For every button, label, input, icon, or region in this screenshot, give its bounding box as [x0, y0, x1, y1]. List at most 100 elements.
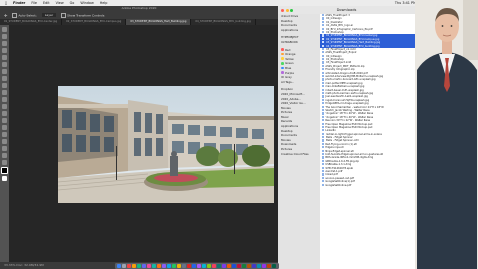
dock-app-icon[interactable]: [267, 264, 271, 268]
file-icon: [322, 156, 325, 159]
move-tool-icon[interactable]: ✛: [4, 13, 7, 18]
dock-app-icon[interactable]: [127, 264, 131, 268]
hand-tool-icon[interactable]: [2, 153, 7, 158]
dock-app-icon[interactable]: [247, 264, 251, 268]
dock-app-icon[interactable]: [182, 264, 186, 268]
dock-app-icon[interactable]: [197, 264, 201, 268]
dodge-tool-icon[interactable]: [2, 118, 7, 123]
marquee-tool-icon[interactable]: [2, 34, 7, 39]
dock-app-icon[interactable]: [262, 264, 266, 268]
sidebar-item-label: ULTRABOOK: [281, 39, 298, 44]
dock-app-icon[interactable]: [227, 264, 231, 268]
zoom-tool-icon[interactable]: [2, 160, 7, 165]
auto-select-label: Auto-Select:: [18, 13, 37, 17]
file-icon: [322, 71, 325, 74]
dock-app-icon[interactable]: [117, 264, 121, 268]
file-icon: [322, 105, 325, 108]
dock-app-icon[interactable]: [142, 264, 146, 268]
file-icon: [322, 142, 325, 146]
dock-app-icon[interactable]: [167, 264, 171, 268]
dock-app-icon[interactable]: [252, 264, 256, 268]
menu-go[interactable]: Go: [70, 1, 75, 5]
sidebar-item[interactable]: Creative Cloud Files: [278, 152, 320, 157]
menu-view[interactable]: View: [56, 1, 64, 5]
blur-tool-icon[interactable]: [2, 111, 7, 116]
clone-stamp-tool-icon[interactable]: [2, 83, 7, 88]
dock-app-icon[interactable]: [237, 264, 241, 268]
shape-tool-icon[interactable]: [2, 146, 7, 151]
sidebar-item-label: Blue: [285, 65, 292, 70]
sidebar-item-label: Desktop: [281, 18, 293, 23]
eraser-tool-icon[interactable]: [2, 97, 7, 102]
pen-tool-icon[interactable]: [2, 125, 7, 130]
sidebar-item-label: Yellow: [285, 56, 294, 61]
file-icon: [322, 169, 325, 173]
file-icon: [322, 17, 325, 20]
dock-app-icon[interactable]: [157, 264, 161, 268]
file-icon: [322, 166, 325, 169]
building-photo[interactable]: [58, 86, 274, 203]
photoshop-toolbar: [0, 25, 9, 262]
dock-app-icon[interactable]: [147, 264, 151, 268]
dock-app-icon[interactable]: [272, 264, 276, 268]
finder-sidebar: iCloud Drive Desktop Documents Applications…: [278, 14, 321, 269]
dock-app-icon[interactable]: [207, 264, 211, 268]
type-tool-icon[interactable]: [2, 132, 7, 137]
finder-title: Downloads: [336, 8, 357, 12]
foreground-color-swatch[interactable]: [1, 167, 8, 174]
sidebar-item-label: Purple: [285, 70, 294, 75]
sidebar-item-label: Music: [281, 114, 289, 119]
tag-color-icon: [281, 62, 284, 65]
eyedropper-tool-icon[interactable]: [2, 62, 7, 67]
sidebar-item-label: 2020_Visitor Gu...: [281, 101, 306, 106]
dock-app-icon[interactable]: [177, 264, 181, 268]
file-icon: [322, 58, 325, 61]
dock-app-icon[interactable]: [217, 264, 221, 268]
lasso-tool-icon[interactable]: [2, 41, 7, 46]
dock-app-icon[interactable]: [257, 264, 261, 268]
file-icon: [322, 68, 325, 71]
dock-app-icon[interactable]: [162, 264, 166, 268]
status-text: 33.33% Doc: 32.9M/32.9M: [4, 263, 44, 267]
file-icon: [322, 37, 325, 40]
show-transform-checkbox[interactable]: Show Transform Controls: [61, 12, 104, 18]
gradient-tool-icon[interactable]: [2, 104, 7, 109]
dock-app-icon[interactable]: [172, 264, 176, 268]
dock-app-icon[interactable]: [152, 264, 156, 268]
crop-tool-icon[interactable]: [2, 55, 7, 60]
zoom-icon[interactable]: [290, 8, 293, 12]
dock-app-icon[interactable]: [222, 264, 226, 268]
dock-app-icon[interactable]: [187, 264, 191, 268]
quick-select-tool-icon[interactable]: [2, 48, 7, 53]
menu-file[interactable]: File: [31, 1, 37, 5]
macos-dock: [115, 263, 279, 269]
history-brush-tool-icon[interactable]: [2, 90, 7, 95]
sidebar-item-label: Pictures: [281, 110, 293, 115]
dock-app-icon[interactable]: [122, 264, 126, 268]
dock-app-icon[interactable]: [242, 264, 246, 268]
file-icon: [322, 173, 325, 176]
dock-app-icon[interactable]: [202, 264, 206, 268]
dock-app-icon[interactable]: [232, 264, 236, 268]
move-tool-icon[interactable]: [2, 27, 7, 32]
layer-select[interactable]: Layer: [41, 13, 57, 17]
healing-brush-tool-icon[interactable]: [2, 69, 7, 74]
dock-app-icon[interactable]: [137, 264, 141, 268]
dock-app-icon[interactable]: [212, 264, 216, 268]
apple-menu-icon[interactable]: : [5, 1, 7, 5]
menu-window[interactable]: Window: [80, 1, 93, 5]
dock-app-icon[interactable]: [132, 264, 136, 268]
dock-app-icon[interactable]: [192, 264, 196, 268]
menu-help[interactable]: Help: [100, 1, 108, 5]
auto-select-checkbox[interactable]: Auto-Select:: [12, 12, 37, 18]
file-row[interactable]: GoogleSetOnline.pdf: [320, 183, 415, 187]
close-icon[interactable]: [281, 8, 284, 12]
menu-finder[interactable]: Finder: [13, 1, 25, 5]
minimize-icon[interactable]: [285, 8, 289, 12]
background-color-swatch[interactable]: [2, 176, 7, 181]
path-select-tool-icon[interactable]: [2, 139, 7, 144]
brush-tool-icon[interactable]: [2, 76, 7, 81]
menu-edit[interactable]: Edit: [43, 1, 50, 5]
file-icon: [322, 64, 325, 68]
tag-color-icon: [281, 52, 284, 56]
